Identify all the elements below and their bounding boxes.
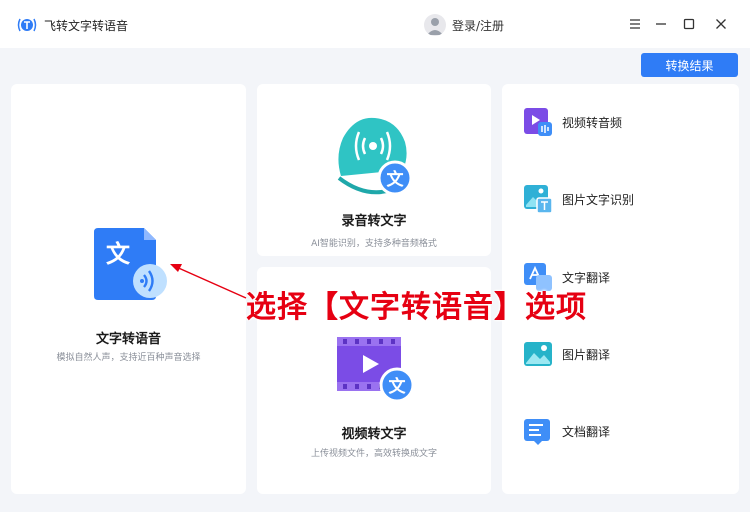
text-to-speech-icon: 文	[94, 228, 167, 300]
svg-text:文: 文	[387, 169, 405, 190]
close-icon[interactable]	[711, 14, 731, 34]
title-bar: 飞转文字转语音 登录/注册	[0, 0, 750, 48]
svg-text:文: 文	[389, 376, 407, 397]
login-register-button[interactable]: 登录/注册	[424, 13, 504, 37]
side-item-image-ocr[interactable]: 图片文字识别	[522, 182, 634, 216]
svg-text:文: 文	[106, 240, 131, 268]
text-to-speech-card[interactable]: 文 文字转语音 模拟自然人声，支持近百种声音选择	[11, 84, 246, 494]
image-translate-icon	[524, 342, 552, 366]
side-item-label: 图片翻译	[562, 347, 611, 362]
video-to-text-desc: 上传视频文件，高效转换成文字	[310, 449, 437, 459]
text-to-speech-title: 文字转语音	[95, 332, 161, 347]
side-item-video-to-audio[interactable]: 视频转音频	[522, 105, 622, 139]
video-audio-icon	[524, 108, 552, 136]
convert-results-button[interactable]: 转换结果	[641, 53, 738, 77]
recording-to-text-desc: AI智能识别，支持多种音频格式	[311, 239, 437, 249]
side-item-label: 图片文字识别	[562, 192, 635, 207]
menu-icon[interactable]	[625, 14, 645, 34]
recording-to-text-card[interactable]: 文 录音转文字 AI智能识别，支持多种音频格式	[257, 84, 491, 256]
login-register-label: 登录/注册	[452, 18, 505, 33]
app-title: 飞转文字转语音	[44, 19, 129, 33]
recording-to-text-icon: 文	[337, 117, 413, 196]
side-item-image-translate[interactable]: 图片翻译	[522, 337, 610, 371]
minimize-icon[interactable]	[651, 14, 671, 34]
video-to-text-title: 视频转文字	[341, 427, 407, 442]
image-ocr-icon	[524, 185, 553, 214]
maximize-icon[interactable]	[679, 14, 699, 34]
side-item-document-translate[interactable]: 文档翻译	[522, 414, 610, 448]
user-icon	[427, 18, 443, 35]
text-to-speech-desc: 模拟自然人声，支持近百种声音选择	[56, 353, 201, 363]
video-to-text-icon: 文	[337, 337, 415, 403]
side-item-label: 视频转音频	[562, 115, 623, 130]
app-logo-icon	[17, 18, 37, 32]
avatar	[424, 14, 446, 36]
document-translate-icon	[524, 419, 550, 445]
recording-to-text-title: 录音转文字	[341, 214, 407, 229]
annotation-text: 选择【文字转语音】选项	[246, 290, 587, 325]
side-item-label: 文档翻译	[562, 424, 611, 439]
